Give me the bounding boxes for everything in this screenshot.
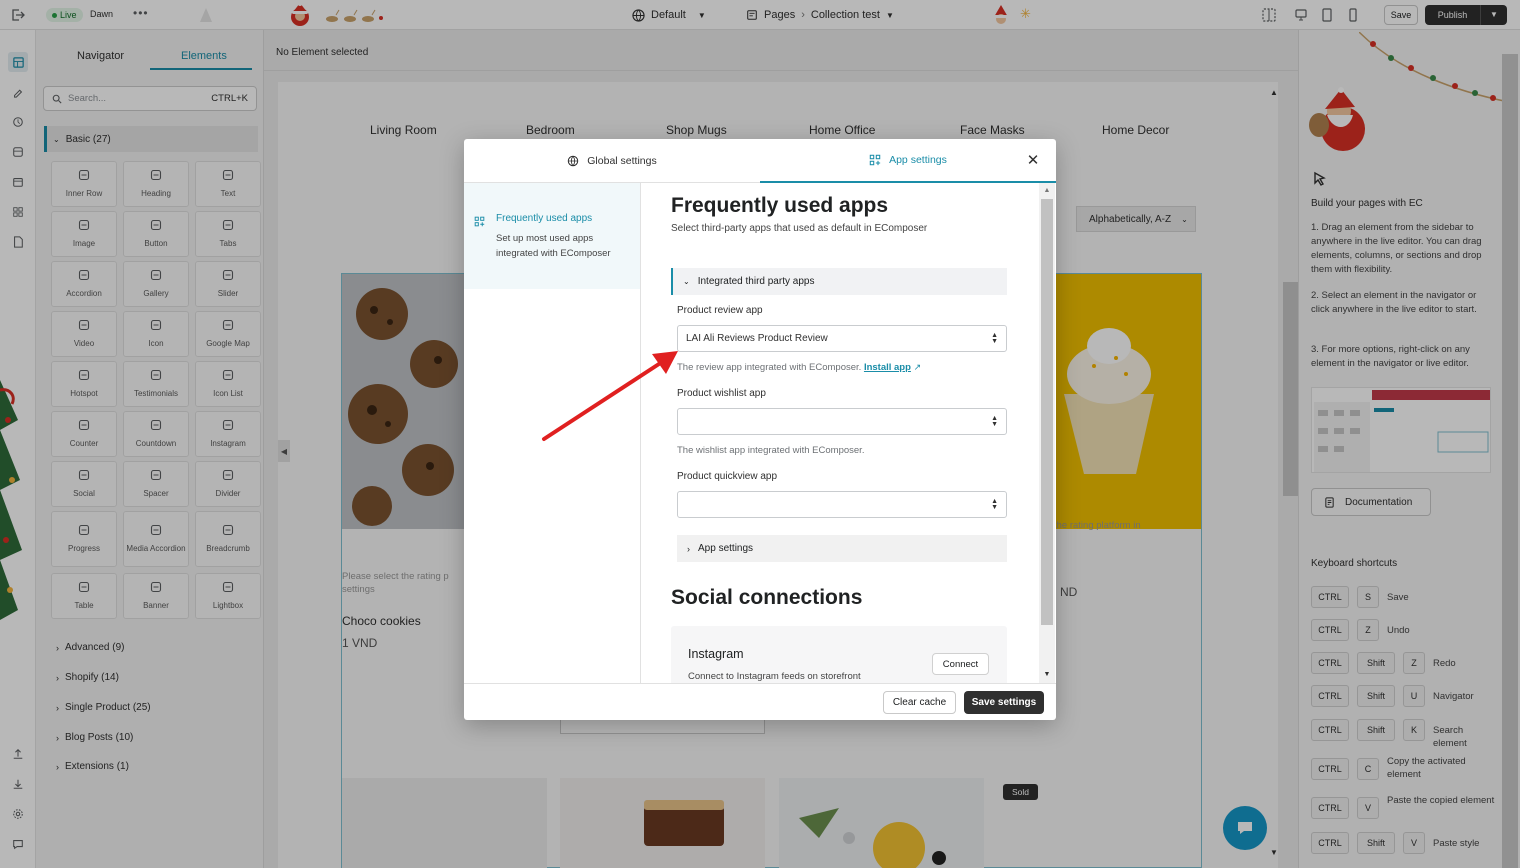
select-arrows-icon: ▲ ▼	[991, 497, 998, 511]
tab-app-settings[interactable]: App settings	[760, 139, 1056, 183]
review-app-value: LAI Ali Reviews Product Review	[686, 333, 828, 344]
section-subheading: Select third-party apps that used as def…	[671, 223, 928, 234]
annotation-arrow-icon	[542, 351, 678, 441]
modal-content[interactable]: Frequently used apps Select third-party …	[642, 183, 1038, 683]
apps-icon	[474, 216, 485, 227]
quickview-app-select[interactable]: ▲ ▼	[677, 491, 1007, 518]
review-app-label: Product review app	[677, 305, 763, 316]
connect-button[interactable]: Connect	[932, 653, 989, 675]
review-app-help: The review app integrated with EComposer…	[677, 362, 921, 373]
tab-global-settings[interactable]: Global settings	[464, 139, 760, 183]
accordion-integrated-apps-label: Integrated third party apps	[697, 276, 815, 287]
clear-cache-button[interactable]: Clear cache	[883, 691, 956, 714]
sidebar-item-title: Frequently used apps	[496, 213, 593, 224]
scroll-up-icon[interactable]: ▲	[1039, 183, 1055, 199]
modal-scrollbar-thumb[interactable]	[1041, 199, 1053, 625]
sidebar-item-desc: Set up most used apps integrated with EC…	[496, 233, 611, 259]
sidebar-item-frequently-used-apps[interactable]: Frequently used apps Set up most used ap…	[464, 183, 640, 289]
accordion-integrated-apps[interactable]: ⌄ Integrated third party apps	[671, 268, 1007, 295]
scroll-down-icon[interactable]: ▼	[1039, 667, 1055, 683]
instagram-title: Instagram	[688, 647, 744, 661]
accordion-app-settings-label: App settings	[698, 543, 754, 554]
apps-icon	[869, 154, 881, 166]
select-arrows-icon: ▲ ▼	[991, 331, 998, 345]
review-app-select[interactable]: LAI Ali Reviews Product Review ▲ ▼	[677, 325, 1007, 352]
social-heading: Social connections	[671, 586, 863, 609]
close-icon[interactable]: ✕	[1024, 151, 1042, 169]
quickview-app-label: Product quickview app	[677, 471, 778, 482]
review-app-help-text: The review app integrated with EComposer…	[677, 362, 862, 373]
chevron-down-icon: ⌄	[683, 277, 690, 286]
modal-scrollbar[interactable]: ▲ ▼	[1039, 183, 1055, 683]
wishlist-app-select[interactable]: ▲ ▼	[677, 408, 1007, 435]
tab-app-settings-label: App settings	[889, 154, 947, 166]
wishlist-app-label: Product wishlist app	[677, 388, 766, 399]
modal-footer: Clear cache Save settings	[464, 683, 1056, 720]
tab-global-settings-label: Global settings	[587, 154, 657, 167]
globe-icon	[568, 155, 579, 166]
wishlist-app-help: The wishlist app integrated with ECompos…	[677, 445, 865, 456]
select-arrows-icon: ▲ ▼	[991, 414, 998, 428]
section-heading: Frequently used apps	[671, 194, 889, 217]
instagram-card: Instagram Connect to Instagram feeds on …	[671, 626, 1007, 683]
install-app-link[interactable]: Install app	[864, 362, 911, 373]
instagram-desc: Connect to Instagram feeds on storefront	[688, 671, 861, 682]
external-link-icon[interactable]: ↗	[914, 362, 922, 372]
chevron-right-icon: ›	[687, 543, 690, 554]
accordion-app-settings[interactable]: › App settings	[677, 535, 1007, 562]
save-settings-button[interactable]: Save settings	[964, 691, 1044, 714]
